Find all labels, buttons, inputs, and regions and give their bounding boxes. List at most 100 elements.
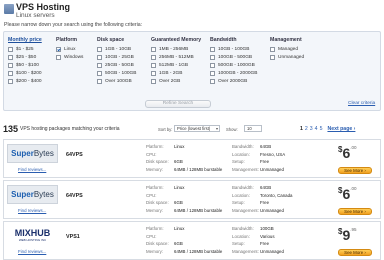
- filter-heading-management: Management: [270, 37, 302, 43]
- checkbox[interactable]: [56, 54, 61, 60]
- price: $6.00: [338, 186, 357, 202]
- checkbox[interactable]: [8, 62, 13, 68]
- filter-option[interactable]: 500GB - 1000GB: [210, 61, 257, 69]
- checkbox[interactable]: [8, 70, 13, 76]
- checkbox[interactable]: [97, 46, 102, 52]
- filter-option[interactable]: $100 - $200: [8, 69, 42, 77]
- listing-row: Super Bytes Find reviews... 64VPS Platfo…: [3, 139, 381, 178]
- results-count-text: VPS hosting packages matching your crite…: [20, 126, 120, 132]
- listing-row: MIXHUB WEB HOSTING INC Find reviews... VP…: [3, 221, 381, 260]
- filter-option[interactable]: Over 2GB: [151, 77, 194, 85]
- filter-option[interactable]: Over 100GB: [97, 77, 136, 85]
- specs-left: Platform: Linux CPU: Disk space: 6GB Memor…: [146, 226, 223, 254]
- find-reviews-link[interactable]: Find reviews...: [18, 249, 46, 254]
- filter-heading-disk-space: Disk space: [97, 37, 125, 43]
- filter-group-guaranteed-memory: 1MB - 256MB 256MB - 512MB 512MB - 1GB 1G…: [151, 45, 194, 85]
- checkbox[interactable]: [97, 62, 102, 68]
- page-link[interactable]: 3: [310, 126, 313, 132]
- checkbox[interactable]: [97, 70, 102, 76]
- specs-right: Bandwidth: 100GB Location: Various Setup: F…: [232, 226, 284, 254]
- specs-right: Bandwidth: 64GB Location: Toronto, Canada …: [232, 185, 293, 213]
- filter-instruction: Please narrow down your search using the…: [4, 22, 143, 28]
- chevron-down-icon: ▾: [215, 126, 218, 131]
- vps-logo-icon: [4, 4, 14, 14]
- checkbox[interactable]: [151, 46, 156, 52]
- checkbox[interactable]: [8, 54, 13, 60]
- checkbox[interactable]: [210, 54, 215, 60]
- filter-option[interactable]: $50 - $100: [8, 61, 42, 69]
- see-more-button[interactable]: See More ›: [338, 249, 372, 256]
- find-reviews-link[interactable]: Find reviews...: [18, 208, 46, 213]
- checkbox[interactable]: [270, 54, 275, 60]
- filter-option[interactable]: 1GB - 2GB: [151, 69, 194, 77]
- plan-name: VPS1: [66, 234, 80, 240]
- find-reviews-link[interactable]: Find reviews...: [18, 167, 46, 172]
- filter-option[interactable]: Unmanaged: [270, 53, 304, 61]
- page-subtitle: Linux servers: [16, 12, 55, 19]
- per-page-label: Show:: [226, 127, 238, 132]
- checkbox[interactable]: [210, 78, 215, 84]
- filter-option[interactable]: $1 - $25: [8, 45, 42, 53]
- sort-select[interactable]: Price (lowest first) ▾: [174, 125, 220, 132]
- see-more-button[interactable]: See More ›: [338, 208, 372, 215]
- page-link[interactable]: 1: [300, 126, 303, 132]
- checkbox-checked[interactable]: [56, 46, 61, 52]
- provider-logo[interactable]: MIXHUB WEB HOSTING INC: [7, 226, 58, 245]
- filter-group-bandwidth: 10GB - 100GB 100GB - 500GB 500GB - 1000G…: [210, 45, 257, 85]
- checkbox[interactable]: [151, 70, 156, 76]
- results-count: 135: [3, 124, 19, 134]
- price: $6.00: [338, 145, 357, 161]
- filter-option[interactable]: 50GB - 100GB: [97, 69, 136, 77]
- checkbox[interactable]: [210, 70, 215, 76]
- pagination: 1 2 3 4 5 Next page ›: [300, 126, 355, 132]
- filter-option[interactable]: Over 2000GB: [210, 77, 257, 85]
- filter-option[interactable]: 512MB - 1GB: [151, 61, 194, 69]
- checkbox[interactable]: [97, 78, 102, 84]
- filter-option[interactable]: 1GB - 10GB: [97, 45, 136, 53]
- specs-left: Platform: Linux CPU: Disk space: 6GB Memor…: [146, 185, 223, 213]
- checkbox[interactable]: [8, 78, 13, 84]
- filter-option[interactable]: 25GB - 50GB: [97, 61, 136, 69]
- next-page-link[interactable]: Next page ›: [327, 126, 355, 132]
- page-link[interactable]: 2: [305, 126, 308, 132]
- specs-left: Platform: Linux CPU: Disk space: 6GB Memor…: [146, 144, 223, 172]
- filter-heading-monthly-price[interactable]: Monthly price: [8, 37, 42, 43]
- filter-option[interactable]: Windows: [56, 53, 83, 61]
- filter-option[interactable]: $200 - $400: [8, 77, 42, 85]
- checkbox[interactable]: [151, 78, 156, 84]
- filter-heading-guaranteed-memory: Guaranteed Memory: [151, 37, 202, 43]
- checkbox[interactable]: [151, 54, 156, 60]
- page-link[interactable]: 4: [315, 126, 318, 132]
- provider-logo[interactable]: Super Bytes: [7, 144, 58, 163]
- filter-group-monthly-price: $1 - $25 $25 - $50 $50 - $100 $100 - $20…: [8, 45, 42, 85]
- checkbox[interactable]: [8, 46, 13, 52]
- filter-option[interactable]: Linux: [56, 45, 83, 53]
- see-more-button[interactable]: See More ›: [338, 167, 372, 174]
- checkbox[interactable]: [210, 46, 215, 52]
- filter-option[interactable]: 100GB - 500GB: [210, 53, 257, 61]
- refine-search-button[interactable]: Refine Search: [145, 100, 211, 108]
- per-page-select[interactable]: 10: [244, 125, 262, 132]
- sort-label: Sort by:: [158, 127, 173, 132]
- plan-name: 64VPS: [66, 193, 83, 199]
- filter-option[interactable]: 10GB - 25GB: [97, 53, 136, 61]
- clear-criteria-link[interactable]: Clear criteria: [348, 101, 375, 106]
- filter-option[interactable]: 10GB - 100GB: [210, 45, 257, 53]
- page-title: VPS Hosting: [16, 2, 71, 12]
- checkbox[interactable]: [97, 54, 102, 60]
- filter-option[interactable]: Managed: [270, 45, 304, 53]
- checkbox[interactable]: [270, 46, 275, 52]
- page-link[interactable]: 5: [320, 126, 323, 132]
- price: $9.95: [338, 227, 357, 243]
- filter-group-platform: Linux Windows: [56, 45, 83, 61]
- listing-row: Super Bytes Find reviews... 64VPS Platfo…: [3, 180, 381, 219]
- checkbox[interactable]: [151, 62, 156, 68]
- filter-heading-bandwidth: Bandwidth: [210, 37, 237, 43]
- provider-logo[interactable]: Super Bytes: [7, 185, 58, 204]
- filter-option[interactable]: 256MB - 512MB: [151, 53, 194, 61]
- filter-option[interactable]: 1000GB - 2000GB: [210, 69, 257, 77]
- filter-option[interactable]: 1MB - 256MB: [151, 45, 194, 53]
- filter-option[interactable]: $25 - $50: [8, 53, 42, 61]
- filter-group-disk-space: 1GB - 10GB 10GB - 25GB 25GB - 50GB 50GB …: [97, 45, 136, 85]
- checkbox[interactable]: [210, 62, 215, 68]
